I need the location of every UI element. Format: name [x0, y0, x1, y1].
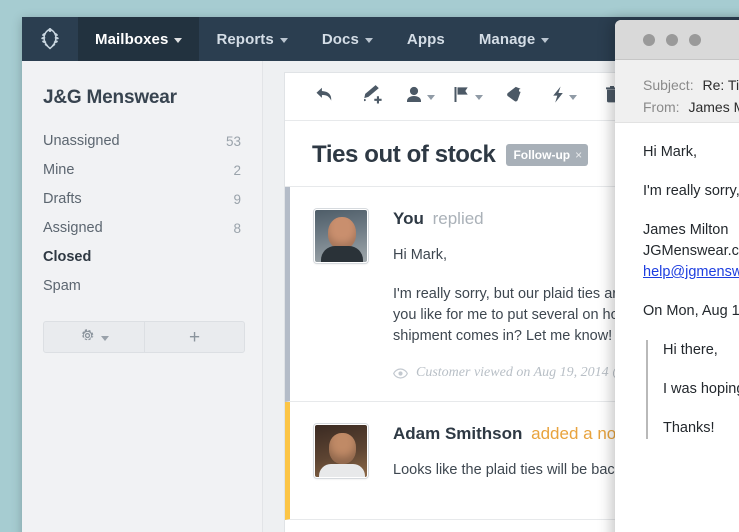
sidebar-item-spam[interactable]: Spam [22, 272, 262, 301]
nav-item-manage[interactable]: Manage [462, 17, 566, 61]
folder-list: Unassigned 53 Mine 2 Drafts 9 Assigned 8… [22, 127, 262, 301]
sidebar-item-mine[interactable]: Mine 2 [22, 156, 262, 185]
email-from-label: From: [643, 99, 680, 115]
email-subject-value: Re: Ties out of stock [702, 77, 739, 93]
flag-status-icon [453, 85, 471, 109]
sidebar-item-closed[interactable]: Closed [22, 243, 262, 272]
plus-icon: + [189, 328, 200, 347]
page-title: Ties out of stock [312, 141, 495, 169]
folder-label: Spam [43, 278, 81, 294]
thread-action: replied [433, 209, 484, 228]
folder-label: Drafts [43, 191, 82, 207]
chevron-down-icon [280, 38, 288, 43]
tag-icon [506, 85, 527, 109]
email-signature-link[interactable]: help@jgmenswear.com [643, 264, 739, 280]
chevron-down-icon [541, 38, 549, 43]
chevron-down-icon [365, 38, 373, 43]
nav-item-apps-label: Apps [407, 31, 445, 48]
quoted-paragraph: Hi there, [663, 340, 739, 361]
nav-item-docs-label: Docs [322, 31, 359, 48]
thread-author: Adam Smithson [393, 424, 522, 443]
eye-icon [393, 368, 408, 379]
email-greeting: Hi Mark, [643, 142, 739, 163]
email-header-fields: Subject: Re: Ties out of stock From: Jam… [615, 60, 739, 123]
sidebar-item-unassigned[interactable]: Unassigned 53 [22, 127, 262, 156]
mailbox-name: J&G Menswear [43, 87, 262, 109]
email-signature-name: James Milton [643, 220, 739, 241]
avatar [314, 209, 368, 263]
nav-item-docs[interactable]: Docs [305, 17, 390, 61]
email-from-value: James Milton [688, 99, 739, 115]
window-close-button[interactable] [643, 34, 655, 46]
reply-button[interactable] [301, 77, 347, 117]
app-logo[interactable] [22, 17, 78, 61]
email-body: Hi Mark, I'm really sorry, but our plaid… [615, 123, 739, 532]
close-icon[interactable]: × [575, 148, 582, 162]
nav-item-manage-label: Manage [479, 31, 535, 48]
nav-item-mailboxes-label: Mailboxes [95, 31, 168, 48]
window-maximize-button[interactable] [689, 34, 701, 46]
nav-item-reports[interactable]: Reports [199, 17, 304, 61]
email-subject-label: Subject: [643, 77, 694, 93]
tag-badge-label: Follow-up [513, 148, 570, 162]
lightning-bolt-icon [551, 85, 565, 109]
add-note-button[interactable] [349, 77, 395, 117]
status-badge[interactable]: Follow-up × [506, 144, 588, 166]
email-subject-field: Subject: Re: Ties out of stock [643, 74, 739, 96]
window-minimize-button[interactable] [666, 34, 678, 46]
mailbox-sidebar: J&G Menswear Unassigned 53 Mine 2 Drafts… [22, 61, 263, 532]
email-quoted-block: Hi there, I was hoping to order some pla… [646, 340, 739, 439]
mailbox-settings-button[interactable] [44, 322, 144, 352]
email-from-field: From: James Milton [643, 96, 739, 118]
email-paragraph: I'm really sorry, but our plaid ties are… [643, 181, 739, 202]
window-titlebar[interactable] [615, 20, 739, 60]
nav-item-reports-label: Reports [216, 31, 273, 48]
folder-count: 2 [233, 163, 241, 178]
folder-count: 8 [233, 221, 241, 236]
avatar [314, 424, 368, 478]
sidebar-action-button-group: + [43, 321, 245, 353]
reply-arrow-icon [314, 85, 335, 109]
folder-count: 53 [226, 134, 241, 149]
sidebar-item-drafts[interactable]: Drafts 9 [22, 185, 262, 214]
folder-label: Assigned [43, 220, 103, 236]
workflow-button[interactable] [541, 77, 587, 117]
sidebar-item-assigned[interactable]: Assigned 8 [22, 214, 262, 243]
chevron-down-icon [174, 38, 182, 43]
chevron-down-icon [427, 95, 435, 100]
new-conversation-button[interactable]: + [144, 322, 244, 352]
folder-label: Closed [43, 249, 91, 265]
email-quote-intro: On Mon, Aug 18, 2014 at 4:02 PM, Mark wr… [643, 301, 739, 322]
assign-button[interactable] [397, 77, 443, 117]
nav-item-apps[interactable]: Apps [390, 17, 462, 61]
gear-icon [80, 328, 95, 347]
email-signature-company: JGMenswear.com [643, 241, 739, 262]
folder-count: 9 [233, 192, 241, 207]
email-preview-window: Subject: Re: Ties out of stock From: Jam… [615, 20, 739, 532]
folder-label: Unassigned [43, 133, 120, 149]
chevron-down-icon [475, 95, 483, 100]
thread-author: You [393, 209, 424, 228]
quoted-paragraph: Thanks! [663, 418, 739, 439]
folder-label: Mine [43, 162, 74, 178]
nav-item-mailboxes[interactable]: Mailboxes [78, 17, 199, 61]
chevron-down-icon [569, 95, 577, 100]
tag-button[interactable] [493, 77, 539, 117]
laurel-wreath-logo-icon [37, 26, 63, 52]
assign-person-icon [405, 85, 423, 109]
chevron-down-icon [101, 336, 109, 341]
status-flag-button[interactable] [445, 77, 491, 117]
quoted-paragraph: I was hoping to order some plaid ties bu… [663, 379, 739, 400]
add-note-pencil-icon [361, 84, 384, 109]
